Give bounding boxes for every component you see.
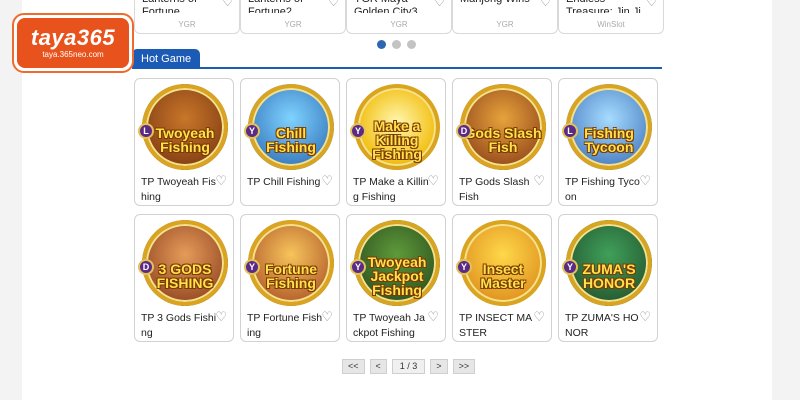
favorite-heart-icon[interactable]: ♡ bbox=[321, 173, 333, 189]
brand-logo[interactable]: taya365 taya.365neo.com bbox=[12, 13, 134, 73]
carousel-item-name: Manjong Wins bbox=[460, 0, 538, 13]
carousel-item[interactable]: Endless Treasure: Jin Ji Bao Xi ♡ WinSlo… bbox=[558, 0, 664, 34]
logo-subtext: taya.365neo.com bbox=[42, 50, 104, 59]
carousel-dot[interactable] bbox=[392, 40, 401, 49]
game-thumbnail[interactable]: Twoyeah Jackpot Fishing bbox=[354, 220, 440, 306]
game-art-title: Make a Killing Fishing bbox=[372, 118, 422, 162]
game-card[interactable]: Twoyeah Jackpot Fishing Y TP Twoyeah Jac… bbox=[346, 214, 446, 342]
carousel-item[interactable]: Lanterns of Fortune2 ♡ YGR bbox=[240, 0, 346, 34]
carousel-dot[interactable] bbox=[377, 40, 386, 49]
favorite-heart-icon[interactable]: ♡ bbox=[646, 0, 657, 9]
game-thumbnail[interactable]: Twoyeah Fishing bbox=[142, 84, 228, 170]
page-indicator: 1 / 3 bbox=[391, 359, 426, 374]
favorite-heart-icon[interactable]: ♡ bbox=[434, 0, 445, 9]
provider-badge-icon: Y bbox=[350, 259, 366, 275]
game-art-title: Twoyeah Fishing bbox=[155, 125, 215, 155]
game-name: TP Twoyeah Fishing bbox=[141, 176, 216, 203]
game-art-title: ZUMA'S HONOR bbox=[582, 261, 636, 291]
game-art-title: Fortune Fishing bbox=[264, 261, 318, 291]
game-card[interactable]: Gods Slash Fish D TP Gods Slash Fish ♡ bbox=[452, 78, 552, 206]
game-name: TP Gods Slash Fish bbox=[459, 176, 530, 203]
favorite-heart-icon[interactable]: ♡ bbox=[215, 173, 227, 189]
provider-badge-icon: L bbox=[562, 123, 578, 139]
hot-game-section-header: Hot Game bbox=[132, 49, 662, 69]
carousel-item-provider: YGR bbox=[390, 20, 408, 29]
provider-badge-icon: Y bbox=[350, 123, 366, 139]
favorite-heart-icon[interactable]: ♡ bbox=[639, 173, 651, 189]
next-page-button[interactable]: > bbox=[430, 359, 448, 374]
game-card[interactable]: Twoyeah Fishing L TP Twoyeah Fishing ♡ bbox=[134, 78, 234, 206]
carousel-item-name: Endless Treasure: Jin Ji Bao Xi bbox=[566, 0, 641, 13]
logo-badge: taya365 taya.365neo.com bbox=[17, 18, 129, 68]
game-thumbnail[interactable]: Gods Slash Fish bbox=[460, 84, 546, 170]
game-card[interactable]: Fortune Fishing Y TP Fortune Fishing ♡ bbox=[240, 214, 340, 342]
game-card[interactable]: Insect Master Y TP INSECT MASTER ♡ bbox=[452, 214, 552, 342]
favorite-heart-icon[interactable]: ♡ bbox=[639, 309, 651, 325]
provider-badge-icon: Y bbox=[456, 259, 472, 275]
favorite-heart-icon[interactable]: ♡ bbox=[533, 309, 545, 325]
carousel-item-provider: YGR bbox=[178, 20, 196, 29]
game-thumbnail[interactable]: Fortune Fishing bbox=[248, 220, 334, 306]
favorite-heart-icon[interactable]: ♡ bbox=[427, 309, 439, 325]
game-name: TP ZUMA'S HONOR bbox=[565, 312, 639, 339]
game-name: TP Chill Fishing bbox=[247, 176, 321, 188]
carousel-dot[interactable] bbox=[407, 40, 416, 49]
provider-badge-icon: D bbox=[456, 123, 472, 139]
provider-badge-icon: L bbox=[138, 123, 154, 139]
provider-badge-icon: Y bbox=[244, 123, 260, 139]
last-page-button[interactable]: >> bbox=[452, 359, 476, 374]
carousel-item-provider: YGR bbox=[496, 20, 514, 29]
carousel-item-provider: WinSlot bbox=[597, 20, 625, 29]
carousel-item[interactable]: Manjong Wins ♡ YGR bbox=[452, 0, 558, 34]
provider-badge-icon: Y bbox=[244, 259, 260, 275]
provider-badge-icon: D bbox=[138, 259, 154, 275]
game-art-title: Fishing Tycoon bbox=[584, 125, 634, 155]
carousel-item-name: YGR Maya Golden City3 bbox=[354, 0, 418, 13]
carousel-item-provider: YGR bbox=[284, 20, 302, 29]
pagination: << < 1 / 3 > >> bbox=[342, 359, 476, 374]
game-thumbnail[interactable]: 3 GODS FISHING bbox=[142, 220, 228, 306]
game-thumbnail[interactable]: Make a Killing Fishing bbox=[354, 84, 440, 170]
game-name: TP Make a Killing Fishing bbox=[353, 176, 429, 203]
game-thumbnail[interactable]: Insect Master bbox=[460, 220, 546, 306]
prev-page-button[interactable]: < bbox=[369, 359, 387, 374]
game-art-title: Gods Slash Fish bbox=[464, 125, 542, 155]
hot-game-tab[interactable]: Hot Game bbox=[132, 49, 201, 69]
game-art-title: Insect Master bbox=[480, 261, 526, 291]
favorite-heart-icon[interactable]: ♡ bbox=[328, 0, 339, 9]
game-name: TP INSECT MASTER bbox=[459, 312, 533, 339]
game-name: TP Twoyeah Jackpot Fishing bbox=[353, 312, 425, 339]
carousel-pagination-dots bbox=[377, 40, 416, 49]
favorite-heart-icon[interactable]: ♡ bbox=[215, 309, 227, 325]
favorite-heart-icon[interactable]: ♡ bbox=[427, 173, 439, 189]
carousel-item-name: Lanterns of Fortune2 bbox=[248, 0, 303, 13]
provider-badge-icon: Y bbox=[562, 259, 578, 275]
game-name: TP Fishing Tycoon bbox=[565, 176, 640, 203]
game-art-title: Chill Fishing bbox=[266, 125, 316, 155]
game-card[interactable]: Make a Killing Fishing Y TP Make a Killi… bbox=[346, 78, 446, 206]
game-thumbnail[interactable]: Fishing Tycoon bbox=[566, 84, 652, 170]
game-card[interactable]: ZUMA'S HONOR Y TP ZUMA'S HONOR ♡ bbox=[558, 214, 658, 342]
game-thumbnail[interactable]: ZUMA'S HONOR bbox=[566, 220, 652, 306]
favorite-heart-icon[interactable]: ♡ bbox=[540, 0, 551, 9]
carousel-item-name: Lanterns of Fortune bbox=[142, 0, 197, 13]
game-card[interactable]: Chill Fishing Y TP Chill Fishing ♡ bbox=[240, 78, 340, 206]
game-name: TP Fortune Fishing bbox=[247, 312, 323, 339]
favorite-heart-icon[interactable]: ♡ bbox=[321, 309, 333, 325]
game-art-title: 3 GODS FISHING bbox=[156, 261, 214, 291]
favorite-heart-icon[interactable]: ♡ bbox=[222, 0, 233, 9]
game-card[interactable]: 3 GODS FISHING D TP 3 Gods Fishing ♡ bbox=[134, 214, 234, 342]
favorite-heart-icon[interactable]: ♡ bbox=[533, 173, 545, 189]
first-page-button[interactable]: << bbox=[342, 359, 365, 374]
game-card[interactable]: Fishing Tycoon L TP Fishing Tycoon ♡ bbox=[558, 78, 658, 206]
game-name: TP 3 Gods Fishing bbox=[141, 312, 217, 339]
game-art-title: Twoyeah Jackpot Fishing bbox=[367, 254, 427, 298]
game-thumbnail[interactable]: Chill Fishing bbox=[248, 84, 334, 170]
carousel-item[interactable]: YGR Maya Golden City3 ♡ YGR bbox=[346, 0, 452, 34]
carousel-item[interactable]: Lanterns of Fortune ♡ YGR bbox=[134, 0, 240, 34]
logo-text: taya365 bbox=[30, 25, 116, 50]
